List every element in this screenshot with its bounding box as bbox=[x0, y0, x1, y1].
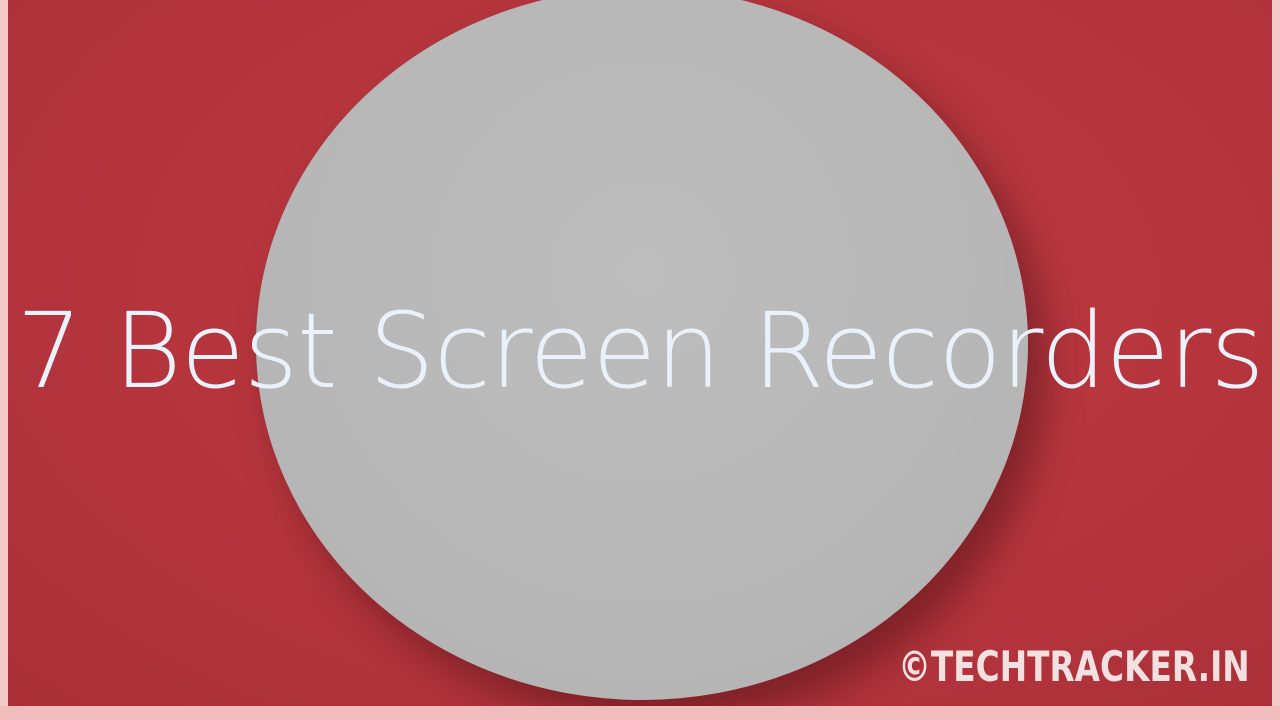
bottom-border bbox=[0, 706, 1280, 720]
thumbnail-image: 7 Best Screen Recorders ©TECHTRACKER.IN bbox=[0, 0, 1280, 720]
headline-text: 7 Best Screen Recorders bbox=[16, 290, 1264, 412]
watermark-text: ©TECHTRACKER.IN bbox=[898, 642, 1250, 691]
